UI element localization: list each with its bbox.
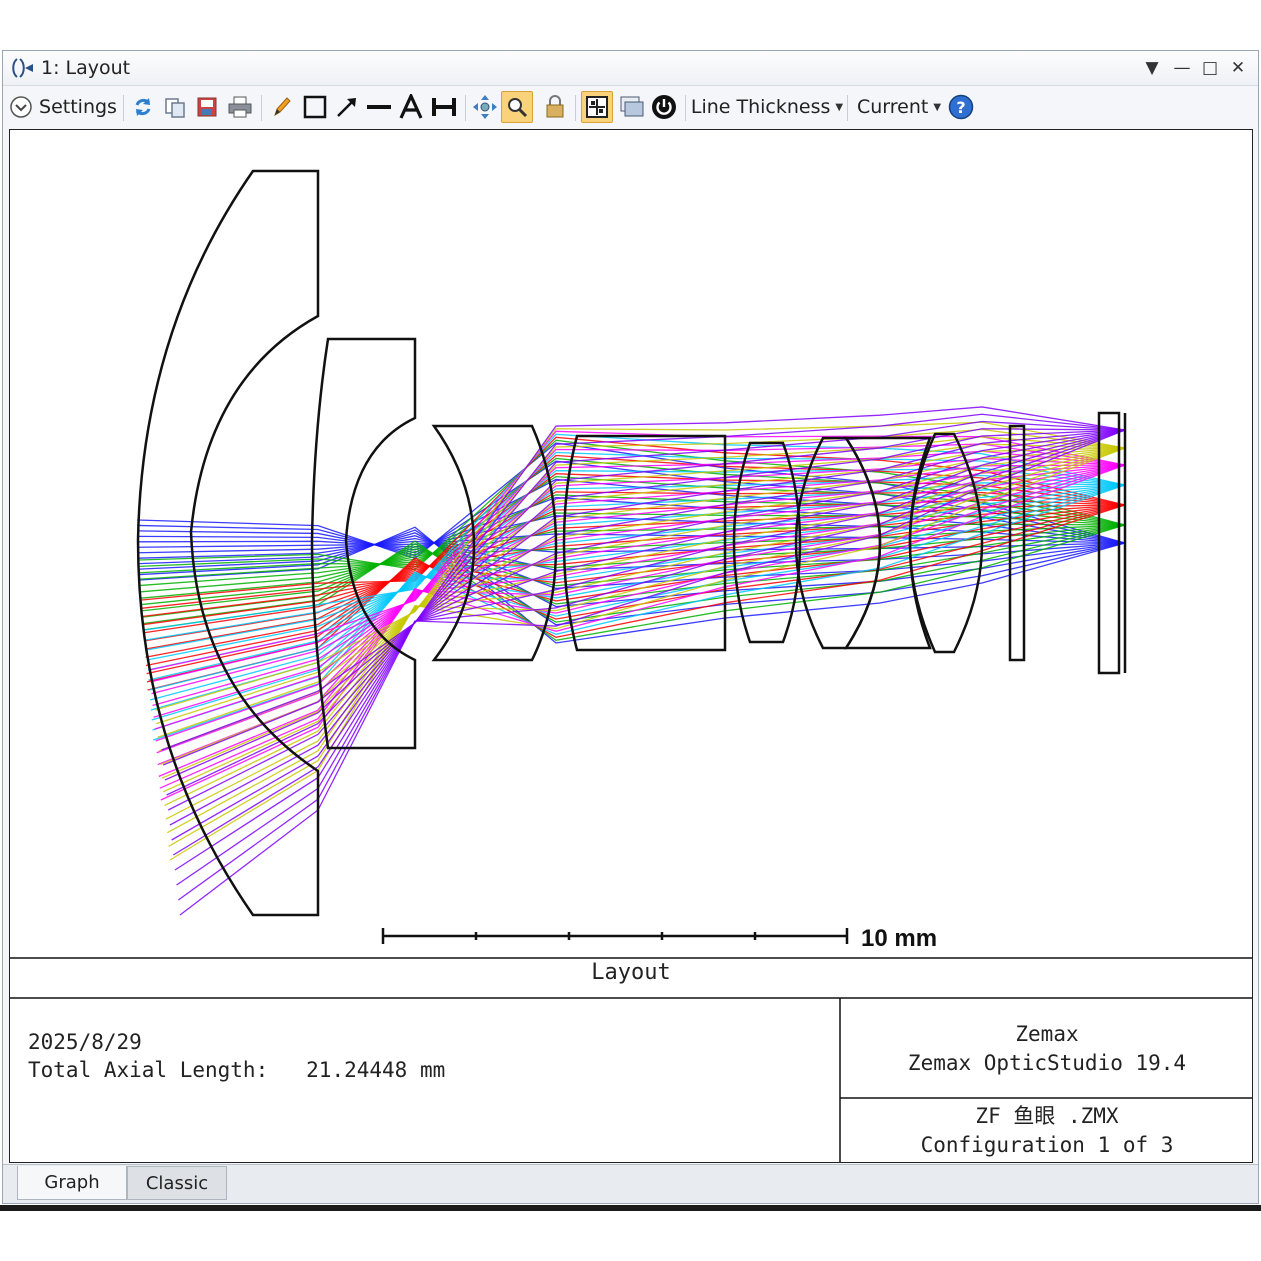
ray-path (166, 428, 1126, 796)
dimension-tool-button[interactable] (429, 91, 459, 123)
current-dropdown[interactable]: Current ▼ (855, 91, 943, 123)
plot-info-left: 2025/8/29 Total Axial Length: 21.24448 m… (28, 1028, 445, 1084)
chevron-down-icon (10, 96, 32, 118)
axial-length-value: 21.24448 mm (306, 1058, 446, 1082)
text-icon (399, 94, 423, 119)
help-icon: ? (948, 94, 974, 120)
printer-icon (228, 96, 252, 118)
save-button[interactable] (193, 91, 221, 123)
lock-icon (546, 95, 564, 118)
window-title: 1: Layout (41, 57, 131, 79)
pencil-icon (274, 97, 291, 117)
toolbar-separator (575, 95, 576, 121)
ray-path (177, 429, 1126, 901)
line-icon (367, 105, 391, 109)
close-icon[interactable]: ✕ (1225, 55, 1251, 81)
power-icon (652, 95, 676, 119)
scale-bar-label: 10 mm (861, 925, 937, 952)
fit-view-icon (586, 96, 608, 118)
settings-label: Settings (39, 96, 117, 118)
rectangle-icon (303, 95, 327, 119)
lock-button[interactable] (541, 91, 569, 123)
window-layout-button[interactable] (617, 91, 647, 123)
view-tabs: Graph Classic (3, 1164, 1258, 1203)
dimension-icon (432, 98, 456, 116)
layout-plot-area[interactable]: 10 mm Layout 2025/8/29 Total Axial Lengt… (9, 129, 1253, 1163)
front-meniscus-lens (136, 169, 320, 917)
arrow-icon (337, 98, 356, 117)
toolbar-separator (685, 95, 686, 121)
rectangle-tool-button[interactable] (301, 91, 329, 123)
ray-bundles (137, 406, 1126, 916)
plot-caption-title: Layout (591, 960, 671, 985)
minimize-icon[interactable]: — (1169, 55, 1195, 81)
print-button[interactable] (225, 91, 255, 123)
windows-icon (620, 96, 644, 117)
pencil-tool-button[interactable] (269, 91, 295, 123)
plot-info-software: Zemax Zemax OpticStudio 19.4 (840, 1020, 1254, 1078)
file-name: ZF 鱼眼 .ZMX (975, 1104, 1119, 1128)
ray-path (152, 484, 1126, 741)
copy-button[interactable] (161, 91, 189, 123)
layout-window: 1: Layout ▼ — □ ✕ Settings Line Thicknes… (2, 50, 1259, 1204)
copy-icon (165, 98, 185, 118)
line-thickness-dropdown[interactable]: Line Thickness ▼ (690, 91, 844, 123)
svg-text:?: ? (956, 98, 965, 117)
lens-window-icon (12, 58, 33, 78)
dropdown-arrow-icon: ▼ (835, 101, 844, 113)
configuration-label: Configuration 1 of 3 (920, 1133, 1174, 1157)
toolbar: Settings Line Thickness ▼ Current ▼ ? (3, 87, 1258, 129)
zoom-tool-button[interactable] (501, 91, 533, 123)
tab-classic[interactable]: Classic (127, 1166, 227, 1200)
ray-path (149, 484, 1126, 691)
dropdown-icon[interactable]: ▼ (1139, 55, 1165, 81)
toolbar-separator (465, 95, 466, 121)
maximize-icon[interactable]: □ (1197, 55, 1223, 81)
refresh-icon (135, 98, 151, 116)
plot-info-file: ZF 鱼眼 .ZMX Configuration 1 of 3 (840, 1102, 1254, 1160)
settings-button[interactable]: Settings (9, 91, 117, 123)
pan-tool-button[interactable] (471, 91, 499, 123)
dropdown-arrow-icon: ▼ (933, 101, 942, 113)
line-thickness-label: Line Thickness (690, 96, 831, 118)
title-bar[interactable]: 1: Layout ▼ — □ ✕ (3, 51, 1258, 86)
lens-layout-drawing: 10 mm (10, 169, 1252, 1162)
current-label: Current (856, 96, 929, 118)
toolbar-separator (847, 95, 848, 121)
arrow-tool-button[interactable] (333, 91, 361, 123)
axial-length-label: Total Axial Length: (28, 1058, 269, 1082)
company-name: Zemax (1015, 1022, 1079, 1046)
save-image-icon (197, 97, 217, 117)
toolbar-separator (261, 95, 262, 121)
screen-bottom-edge (0, 1205, 1261, 1211)
fit-view-button[interactable] (581, 91, 613, 123)
tab-graph[interactable]: Graph (17, 1166, 127, 1200)
help-button[interactable]: ? (947, 91, 975, 123)
plot-date: 2025/8/29 (28, 1030, 142, 1054)
pan-icon (473, 95, 497, 119)
line-tool-button[interactable] (365, 91, 393, 123)
product-name: Zemax OpticStudio 19.4 (907, 1051, 1187, 1075)
refresh-button[interactable] (129, 91, 157, 123)
power-button[interactable] (649, 91, 679, 123)
toolbar-separator (123, 95, 124, 121)
magnifier-icon (508, 98, 528, 118)
text-tool-button[interactable] (397, 91, 425, 123)
scale-bar (381, 928, 849, 944)
